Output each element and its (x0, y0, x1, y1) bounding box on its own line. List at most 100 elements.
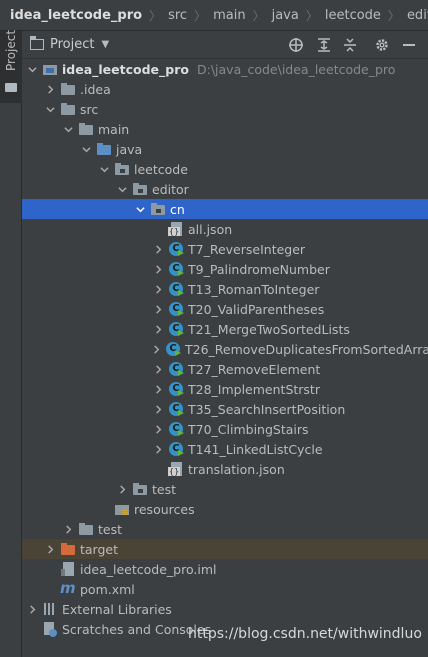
tree-node[interactable]: idea_leetcode_pro.iml (22, 559, 428, 579)
tree-node-label: editor (152, 181, 189, 197)
tree-node[interactable]: main (22, 119, 428, 139)
chevron-right-icon[interactable] (152, 399, 164, 419)
tree-node[interactable]: T141_LinkedListCycle (22, 439, 428, 459)
tree-node-label: pom.xml (80, 581, 135, 597)
breadcrumb: idea_leetcode_pro 〉 src 〉 main 〉 java 〉 leetcode… (0, 0, 428, 31)
chevron-right-icon[interactable] (152, 359, 164, 379)
chevron-down-icon[interactable] (116, 179, 128, 199)
tree-node[interactable]: translation.json (22, 459, 428, 479)
tree-node-label: src (80, 101, 99, 117)
tree-node[interactable]: T13_RomanToInteger (22, 279, 428, 299)
breadcrumb-label: java (271, 7, 299, 23)
tree-node-label: T21_MergeTwoSortedLists (188, 321, 350, 337)
tree-node[interactable]: all.json (22, 219, 428, 239)
project-folder-icon (30, 36, 44, 50)
chevron-right-icon[interactable] (62, 519, 74, 539)
java-class-icon (168, 441, 184, 457)
chevron-right-icon[interactable] (152, 439, 164, 459)
chevron-right-icon[interactable] (26, 599, 38, 619)
breadcrumb-item[interactable]: idea_leetcode_pro (10, 8, 142, 23)
tree-node-label: idea_leetcode_pro.iml (80, 561, 217, 577)
tree-node-label: External Libraries (62, 601, 172, 617)
chevron-right-icon[interactable] (152, 279, 164, 299)
breadcrumb-item[interactable]: leetcode (325, 8, 381, 23)
tree-node-label: T9_PalindromeNumber (188, 261, 330, 277)
tree-node[interactable]: resources (22, 499, 428, 519)
target-icon[interactable] (288, 37, 304, 53)
chevron-right-icon[interactable] (152, 379, 164, 399)
chevron-down-icon[interactable] (80, 139, 92, 159)
chevron-right-icon[interactable] (116, 479, 128, 499)
breadcrumb-item[interactable]: java (272, 8, 299, 23)
tree-node-label: main (98, 121, 130, 137)
tree-node[interactable]: T27_RemoveElement (22, 359, 428, 379)
chevron-down-icon[interactable] (44, 99, 56, 119)
java-class-icon (168, 281, 184, 297)
tree-node[interactable]: java (22, 139, 428, 159)
tree-node[interactable]: T35_SearchInsertPosition (22, 399, 428, 419)
chevron-right-icon[interactable] (152, 259, 164, 279)
chevron-down-icon[interactable] (62, 119, 74, 139)
tree-node-label: java (116, 141, 143, 157)
tree-node-label: target (80, 541, 119, 557)
tree-node[interactable]: T70_ClimbingStairs (22, 419, 428, 439)
tree-node[interactable]: target (22, 539, 428, 559)
tree-node[interactable]: T9_PalindromeNumber (22, 259, 428, 279)
tree-node[interactable]: T20_ValidParentheses (22, 299, 428, 319)
minimize-icon[interactable] (401, 37, 417, 53)
chevron-down-icon[interactable] (26, 59, 38, 79)
breadcrumb-item[interactable]: editor (407, 8, 428, 23)
tree-node[interactable]: External Libraries (22, 599, 428, 619)
tree-node[interactable]: .idea (22, 79, 428, 99)
tree-node[interactable]: cn (22, 199, 428, 219)
collapse-all-icon[interactable] (342, 37, 358, 53)
module-folder-icon (42, 61, 58, 77)
tree-node[interactable]: test (22, 519, 428, 539)
tree-node[interactable]: test (22, 479, 428, 499)
chevron-right-icon[interactable] (152, 319, 164, 339)
tree-node[interactable]: T21_MergeTwoSortedLists (22, 319, 428, 339)
folder-icon (78, 121, 94, 137)
tree-node[interactable]: editor (22, 179, 428, 199)
tree-node[interactable]: T7_ReverseInteger (22, 239, 428, 259)
tree-node[interactable]: T26_RemoveDuplicatesFromSortedArray (22, 339, 428, 359)
java-class-icon (168, 241, 184, 257)
folder-icon (78, 521, 94, 537)
expand-all-icon[interactable] (316, 37, 332, 53)
package-icon (132, 481, 148, 497)
project-view-selector[interactable]: Project (50, 37, 94, 52)
tree-node[interactable]: src (22, 99, 428, 119)
tree-node[interactable]: leetcode (22, 159, 428, 179)
tree-node-label: .idea (80, 81, 111, 97)
project-panel-header: Project ▼ (22, 31, 428, 59)
tree-node[interactable]: pom.xml (22, 579, 428, 599)
json-file-icon (168, 461, 184, 477)
project-tool-window-tab[interactable]: Project (0, 30, 22, 103)
java-class-icon (168, 361, 184, 377)
chevron-right-icon[interactable] (44, 539, 56, 559)
watermark-text: https://blog.csdn.net/withwindluo (188, 626, 422, 642)
breadcrumb-item[interactable]: src (168, 8, 187, 23)
tree-node[interactable]: idea_leetcode_pro D:\java_code\idea_leetc… (22, 59, 428, 79)
chevron-right-icon[interactable] (44, 79, 56, 99)
java-class-icon (168, 321, 184, 337)
tree-node-label: T26_RemoveDuplicatesFromSortedArray (185, 341, 428, 357)
breadcrumb-label: main (213, 7, 246, 23)
chevron-right-icon[interactable] (152, 239, 164, 259)
breadcrumb-item[interactable]: main (213, 8, 245, 23)
tree-node[interactable]: T28_ImplementStrstr (22, 379, 428, 399)
chevron-down-icon[interactable] (98, 159, 110, 179)
chevron-down-icon[interactable] (134, 199, 146, 219)
project-tab-label: Project (4, 29, 18, 71)
chevron-right-icon[interactable] (152, 419, 164, 439)
tree-node-label: all.json (188, 221, 233, 237)
breadcrumb-label: idea_leetcode_pro (10, 7, 143, 23)
chevron-right-icon[interactable] (152, 299, 164, 319)
package-icon (114, 161, 130, 177)
folder-icon (60, 101, 76, 117)
package-icon (132, 181, 148, 197)
gear-icon[interactable] (374, 37, 390, 53)
chevron-down-icon[interactable]: ▼ (101, 39, 109, 50)
chevron-right-icon[interactable] (152, 339, 161, 359)
iml-file-icon (60, 561, 76, 577)
